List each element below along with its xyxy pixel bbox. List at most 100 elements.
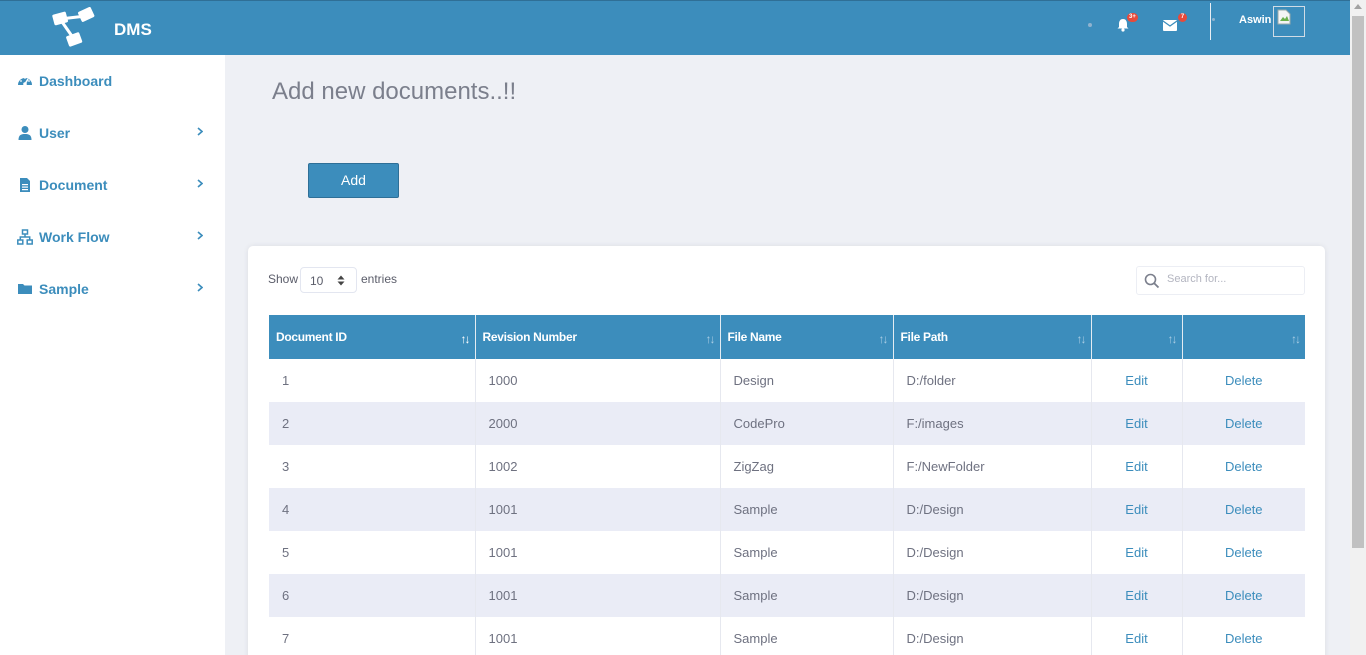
table-row: 5 1001 Sample D:/Design Edit Delete (269, 531, 1305, 574)
logo-icon (52, 7, 95, 47)
documents-table: Document ID ↑↓ Revision Number ↑↓ File Nam… (269, 315, 1305, 655)
edit-link[interactable]: Edit (1091, 359, 1183, 402)
delete-link[interactable]: Delete (1182, 574, 1305, 617)
cell-document-id: 2 (269, 402, 476, 445)
sidebar-item-work-flow[interactable]: Work Flow (0, 217, 225, 257)
cell-file-path: D:/Design (893, 574, 1092, 617)
add-button[interactable]: Add (308, 163, 399, 198)
cell-revision: 2000 (475, 402, 721, 445)
delete-link[interactable]: Delete (1182, 617, 1305, 655)
delete-link[interactable]: Delete (1182, 445, 1305, 488)
envelope-icon (1163, 20, 1177, 31)
cell-file-path: F:/NewFolder (893, 445, 1092, 488)
avatar[interactable] (1273, 6, 1305, 37)
column-header-document-id[interactable]: Document ID ↑↓ (269, 315, 476, 359)
delete-link[interactable]: Delete (1182, 531, 1305, 574)
chevron-right-icon (197, 283, 203, 292)
messages-badge: 7 (1178, 13, 1187, 22)
folder-icon (18, 284, 32, 294)
sitemap-icon (17, 229, 33, 245)
chevron-right-icon (197, 231, 203, 240)
edit-link[interactable]: Edit (1091, 531, 1183, 574)
scrollbar-thumb[interactable] (1352, 16, 1364, 548)
cell-document-id: 5 (269, 531, 476, 574)
cell-file-name: Sample (720, 574, 894, 617)
delete-link[interactable]: Delete (1182, 488, 1305, 531)
cell-file-name: Sample (720, 488, 894, 531)
brand-link[interactable]: DMS (52, 7, 212, 51)
edit-link[interactable]: Edit (1091, 402, 1183, 445)
separator-dot (1212, 18, 1215, 21)
delete-link[interactable]: Delete (1182, 402, 1305, 445)
user-name[interactable]: Aswin (1239, 14, 1271, 26)
delete-link[interactable]: Delete (1182, 359, 1305, 402)
sidebar-item-label: Document (39, 177, 108, 193)
scroll-up-arrow-icon[interactable] (1354, 4, 1362, 9)
sidebar-item-user[interactable]: User (0, 113, 225, 153)
edit-link[interactable]: Edit (1091, 617, 1183, 655)
sidebar-item-label: User (39, 125, 71, 141)
notifications-button[interactable]: 3+ (1116, 13, 1142, 37)
sort-updown-icon (337, 275, 345, 286)
edit-link[interactable]: Edit (1091, 488, 1183, 531)
cell-file-name: Sample (720, 531, 894, 574)
cell-revision: 1001 (475, 531, 721, 574)
entries-label: entries (361, 272, 398, 286)
sidebar-item-sample[interactable]: Sample (0, 269, 225, 309)
sort-icon: ↑↓ (1167, 332, 1178, 346)
cell-file-path: F:/images (893, 402, 1092, 445)
cell-file-name: ZigZag (720, 445, 894, 488)
show-label: Show (268, 272, 299, 286)
cell-document-id: 7 (269, 617, 476, 655)
table-header-row: Document ID ↑↓ Revision Number ↑↓ File Nam… (269, 315, 1305, 359)
column-header-file-name[interactable]: File Name ↑↓ (720, 315, 894, 359)
edit-link[interactable]: Edit (1091, 574, 1183, 617)
chevron-right-icon (197, 179, 203, 188)
entries-value: 10 (310, 274, 324, 288)
cell-document-id: 3 (269, 445, 476, 488)
sidebar-item-label: Sample (39, 281, 89, 297)
cell-document-id: 4 (269, 488, 476, 531)
cell-revision: 1001 (475, 488, 721, 531)
table-row: 3 1002 ZigZag F:/NewFolder Edit Delete (269, 445, 1305, 488)
page-scrollbar[interactable] (1350, 0, 1366, 655)
table-row: 4 1001 Sample D:/Design Edit Delete (269, 488, 1305, 531)
cell-file-path: D:/Design (893, 488, 1092, 531)
cell-revision: 1002 (475, 445, 721, 488)
sidebar-item-dashboard[interactable]: Dashboard (0, 61, 225, 101)
table-row: 2 2000 CodePro F:/images Edit Delete (269, 402, 1305, 445)
cell-document-id: 6 (269, 574, 476, 617)
sidebar-item-label: Work Flow (39, 229, 110, 245)
column-header-edit[interactable]: ↑↓ (1091, 315, 1183, 359)
brand-name: DMS (114, 20, 152, 39)
edit-link[interactable]: Edit (1091, 445, 1183, 488)
table-row: 1 1000 Design D:/folder Edit Delete (269, 359, 1305, 402)
messages-button[interactable]: 7 (1163, 13, 1189, 37)
topbar-divider (1210, 3, 1211, 40)
page-title: Add new documents..!! (272, 78, 517, 105)
dashboard-icon (18, 77, 32, 86)
cell-document-id: 1 (269, 359, 476, 402)
cell-file-path: D:/Design (893, 617, 1092, 655)
cell-file-path: D:/Design (893, 531, 1092, 574)
sidebar-item-label: Dashboard (39, 73, 113, 89)
cell-file-name: CodePro (720, 402, 894, 445)
search-input[interactable] (1167, 273, 1297, 285)
sidebar-item-document[interactable]: Document (0, 165, 225, 205)
top-navbar: DMS 3+ 7 Aswin (0, 0, 1350, 55)
table-row: 6 1001 Sample D:/Design Edit Delete (269, 574, 1305, 617)
chevron-right-icon (197, 127, 203, 136)
sort-icon: ↑↓ (1291, 332, 1301, 346)
column-header-delete[interactable]: ↑↓ (1182, 315, 1305, 359)
sort-icon: ↑↓ (1076, 332, 1087, 346)
search-box[interactable] (1136, 266, 1305, 295)
sort-icon: ↑↓ (878, 332, 889, 346)
entries-select[interactable]: 10 (300, 267, 357, 293)
separator-dot (1088, 23, 1092, 27)
cell-file-path: D:/folder (893, 359, 1092, 402)
column-header-revision-number[interactable]: Revision Number ↑↓ (475, 315, 721, 359)
table-row: 7 1001 Sample D:/Design Edit Delete (269, 617, 1305, 655)
column-header-file-path[interactable]: File Path ↑↓ (893, 315, 1092, 359)
user-icon (18, 126, 32, 140)
notifications-badge: 3+ (1127, 13, 1138, 22)
